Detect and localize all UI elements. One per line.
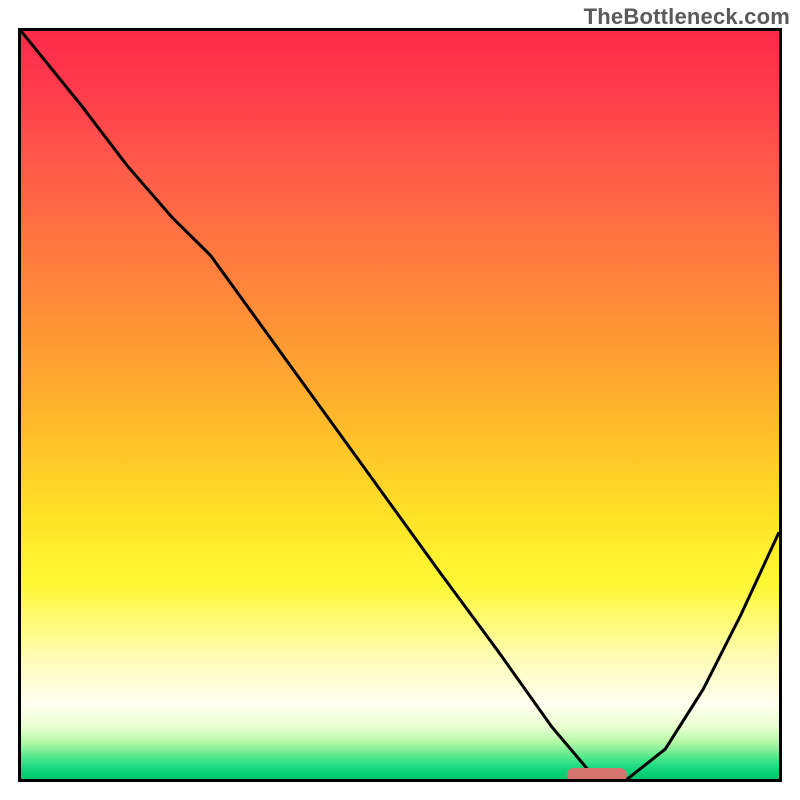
curve-path — [21, 31, 779, 779]
plot-border — [18, 28, 782, 782]
optimal-range-marker — [567, 768, 628, 779]
plot-area — [21, 31, 779, 779]
bottleneck-curve — [21, 31, 779, 779]
watermark-label: TheBottleneck.com — [584, 4, 790, 30]
chart-container: TheBottleneck.com — [0, 0, 800, 800]
